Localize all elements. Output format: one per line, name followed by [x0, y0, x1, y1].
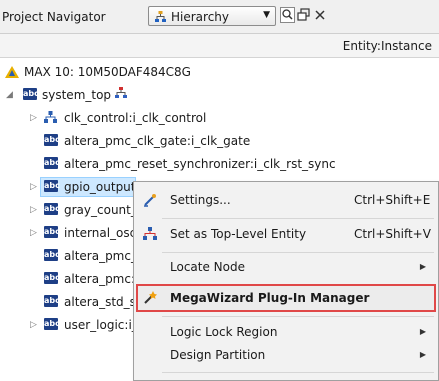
search-icon[interactable]	[280, 7, 295, 23]
tree-item-label: user_logic:i_	[64, 318, 138, 332]
top-entity-row[interactable]: ◢ abc system_top	[0, 84, 439, 106]
menu-separator	[162, 372, 434, 373]
menu-item-label: Set as Top-Level Entity	[170, 227, 307, 241]
entity-icon: abc	[44, 249, 60, 261]
wizard-wand-icon	[144, 291, 157, 304]
expand-arrow-icon[interactable]: ▷	[30, 107, 37, 129]
menu-item-locate-node[interactable]: Locate Node ▶	[134, 255, 438, 279]
entity-icon: abc	[44, 272, 60, 284]
tree-item-label: altera_std_sy	[64, 295, 143, 309]
entity-icon: abc	[44, 203, 60, 215]
entity-icon: abc	[44, 134, 60, 146]
project-navigator-header: Project Navigator Hierarchy ▼	[0, 0, 439, 34]
view-select-value: Hierarchy	[171, 10, 230, 24]
menu-item-set-top-level[interactable]: Set as Top-Level Entity Ctrl+Shift+V	[134, 222, 438, 246]
menu-item-megawizard[interactable]: MegaWizard Plug-In Manager	[134, 286, 438, 310]
view-select[interactable]: Hierarchy ▼	[148, 6, 276, 26]
entity-icon: abc	[44, 295, 60, 307]
restore-window-icon[interactable]	[296, 7, 311, 23]
device-label: MAX 10: 10M50DAF484C8G	[24, 65, 191, 79]
submenu-arrow-icon: ▶	[419, 327, 426, 336]
tree-item[interactable]: abc altera_pmc_reset_synchronizer:i_clk_…	[0, 153, 439, 175]
menu-item-label: Design Partition	[170, 348, 266, 362]
tree-item-label: altera_pmc_r	[64, 249, 142, 263]
tree-item-label: altera_pmc:i	[64, 272, 139, 286]
hierarchy-icon	[155, 11, 166, 22]
column-header[interactable]: Entity:Instance	[0, 34, 439, 58]
tree-item[interactable]: abc altera_pmc_clk_gate:i_clk_gate	[0, 130, 439, 152]
menu-item-label: Logic Lock Region	[170, 325, 278, 339]
menu-item-label: Settings...	[170, 193, 231, 207]
menu-separator	[162, 218, 434, 219]
collapse-arrow-icon[interactable]: ◢	[6, 84, 13, 106]
expand-arrow-icon[interactable]: ▷	[30, 176, 37, 198]
entity-icon: abc	[44, 157, 60, 169]
warning-device-icon	[5, 66, 19, 78]
entity-icon: abc	[44, 180, 60, 192]
menu-item-label: MegaWizard Plug-In Manager	[170, 291, 370, 305]
context-menu: Settings... Ctrl+Shift+E Set as Top-Leve…	[133, 181, 439, 381]
settings-wand-icon	[144, 194, 156, 207]
menu-separator	[162, 252, 434, 253]
panel-title: Project Navigator	[2, 10, 106, 24]
submenu-arrow-icon: ▶	[419, 350, 426, 359]
tree-item-label: altera_pmc_reset_synchronizer:i_clk_rst_…	[64, 157, 336, 171]
tree-item-label: clk_control:i_clk_control	[64, 111, 207, 125]
menu-item-label: Locate Node	[170, 260, 245, 274]
close-icon[interactable]	[313, 7, 328, 23]
column-header-label: Entity:Instance	[342, 39, 432, 53]
tree-item-label: gray_count_	[64, 203, 137, 217]
top-level-entity-icon	[143, 227, 157, 240]
menu-separator	[162, 316, 434, 317]
chevron-down-icon: ▼	[263, 10, 270, 20]
top-entity-label: system_top	[42, 88, 112, 102]
expand-arrow-icon[interactable]: ▷	[30, 199, 37, 221]
device-row[interactable]: MAX 10: 10M50DAF484C8G	[0, 61, 439, 83]
entity-icon: abc	[23, 88, 39, 100]
tree-item-label: altera_pmc_clk_gate:i_clk_gate	[64, 134, 251, 148]
expand-arrow-icon[interactable]: ▷	[30, 222, 37, 244]
top-level-hierarchy-icon	[115, 87, 127, 98]
tree-item-label: internal_osc:	[64, 226, 141, 240]
menu-item-shortcut: Ctrl+Shift+E	[354, 193, 431, 207]
menu-item-shortcut: Ctrl+Shift+V	[354, 227, 431, 241]
menu-item-settings[interactable]: Settings... Ctrl+Shift+E	[134, 188, 438, 212]
expand-arrow-icon[interactable]: ▷	[30, 314, 37, 336]
menu-item-logic-lock-region[interactable]: Logic Lock Region ▶	[134, 320, 438, 344]
entity-icon: abc	[44, 226, 60, 238]
menu-item-design-partition[interactable]: Design Partition ▶	[134, 343, 438, 367]
tree-item[interactable]: ▷ clk_control:i_clk_control	[0, 107, 439, 129]
submenu-arrow-icon: ▶	[419, 262, 426, 271]
tree-item-label: gpio_output:	[64, 180, 140, 194]
instance-hierarchy-icon	[44, 111, 57, 123]
entity-icon: abc	[44, 318, 60, 330]
